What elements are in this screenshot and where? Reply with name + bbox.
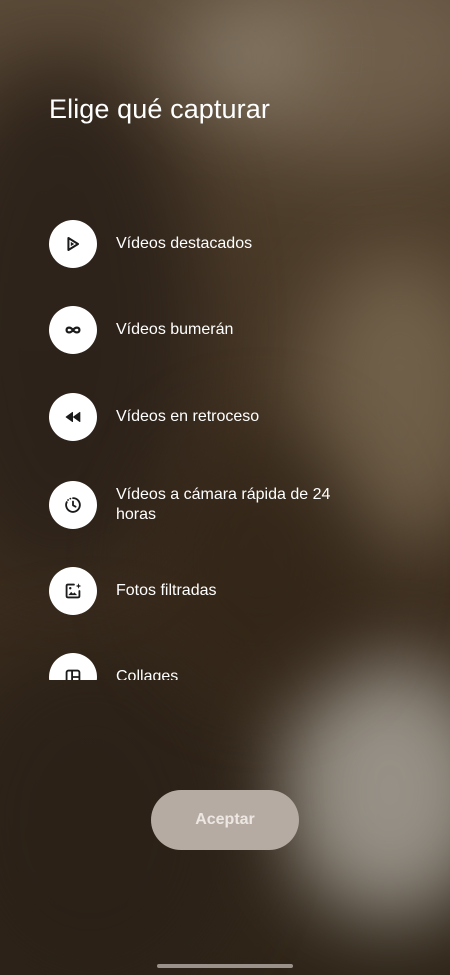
option-icon-circle bbox=[49, 653, 97, 680]
collage-icon bbox=[65, 669, 81, 680]
option-icon-circle bbox=[49, 306, 97, 354]
option-icon-circle bbox=[49, 567, 97, 615]
option-icon-circle bbox=[49, 393, 97, 441]
infinity-icon bbox=[65, 326, 81, 334]
option-icon-circle bbox=[49, 220, 97, 268]
option-collages[interactable]: Collages bbox=[49, 653, 409, 680]
option-label: Vídeos bumerán bbox=[116, 321, 234, 338]
option-label: Vídeos en retroceso bbox=[116, 408, 260, 425]
option-label: Vídeos destacados bbox=[116, 235, 253, 252]
timer-icon bbox=[65, 497, 81, 513]
option-fotos-filtradas[interactable]: Fotos filtradas bbox=[49, 567, 409, 615]
play-icon bbox=[67, 237, 80, 251]
option-videos-camara-rapida[interactable]: Vídeos a cámara rápida de 24 horas bbox=[49, 481, 409, 529]
option-label: Collages bbox=[116, 668, 179, 680]
option-videos-bumeran[interactable]: Vídeos bumerán bbox=[49, 306, 409, 354]
accept-button[interactable]: Aceptar bbox=[151, 790, 299, 850]
option-icon-circle bbox=[49, 481, 97, 529]
option-label: Fotos filtradas bbox=[116, 582, 217, 599]
photo-sparkle-icon bbox=[65, 583, 82, 599]
capture-options-list[interactable]: Vídeos destacados Vídeos bumerán Vídeos … bbox=[0, 200, 450, 680]
home-indicator[interactable] bbox=[157, 964, 293, 968]
option-label: Vídeos a cámara rápida de 24 horas bbox=[116, 486, 331, 523]
page-title: Elige qué capturar bbox=[49, 94, 270, 124]
option-videos-retroceso[interactable]: Vídeos en retroceso bbox=[49, 393, 409, 441]
option-videos-destacados[interactable]: Vídeos destacados bbox=[49, 220, 409, 268]
rewind-icon bbox=[65, 411, 81, 423]
